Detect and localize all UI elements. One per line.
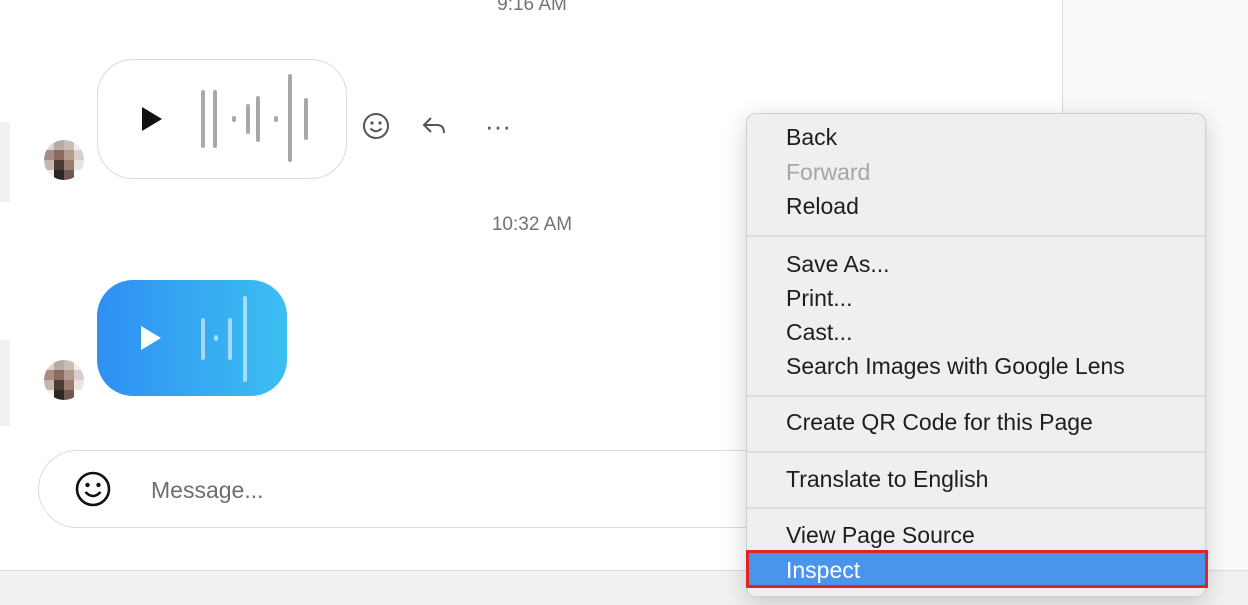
left-strip (0, 122, 10, 202)
menu-item-google-lens[interactable]: Search Images with Google Lens (747, 349, 1205, 383)
waveform-bar (214, 335, 218, 341)
play-icon[interactable] (142, 107, 162, 131)
menu-separator (747, 395, 1205, 397)
message-composer (38, 450, 800, 528)
context-menu: Back Forward Reload Save As... Print... … (746, 113, 1206, 597)
menu-item-forward: Forward (786, 159, 871, 185)
waveform-bar (232, 116, 236, 122)
reply-icon[interactable] (414, 106, 454, 146)
waveform-bar (228, 318, 232, 360)
play-icon[interactable] (141, 326, 161, 350)
waveform-bar (274, 116, 278, 122)
waveform-bar (243, 296, 247, 382)
waveform-bar (304, 98, 308, 140)
menu-item-cast[interactable]: Cast... (747, 315, 1205, 349)
waveform-bar (201, 90, 205, 148)
avatar[interactable] (44, 140, 84, 180)
waveform-bar (288, 74, 292, 162)
voice-message-incoming (97, 59, 347, 179)
smile-icon[interactable] (356, 106, 396, 146)
voice-message-outgoing (97, 280, 287, 396)
waveform-bar (246, 104, 250, 134)
smile-icon[interactable] (75, 471, 111, 507)
menu-item-reload[interactable]: Reload (747, 189, 1205, 223)
avatar[interactable] (44, 360, 84, 400)
timestamp: 9:16 AM (497, 0, 567, 15)
menu-item-save-as[interactable]: Save As... (747, 247, 1205, 281)
waveform-bar (201, 318, 205, 360)
more-icon[interactable]: ··· (478, 106, 518, 146)
menu-item-view-source[interactable]: View Page Source (747, 518, 1205, 552)
left-strip (0, 340, 10, 426)
message-actions: ··· (356, 106, 518, 146)
waveform-bar (256, 96, 260, 142)
menu-separator (747, 235, 1205, 237)
menu-separator (747, 451, 1205, 453)
menu-separator (747, 507, 1205, 509)
menu-item-back[interactable]: Back (747, 120, 1205, 154)
highlight-box (746, 550, 1208, 588)
waveform-bar (213, 90, 217, 148)
menu-item-print[interactable]: Print... (747, 281, 1205, 315)
menu-item-qr-code[interactable]: Create QR Code for this Page (747, 405, 1205, 439)
message-input[interactable] (149, 471, 753, 509)
timestamp: 10:32 AM (491, 214, 573, 235)
menu-item-translate[interactable]: Translate to English (747, 462, 1205, 496)
